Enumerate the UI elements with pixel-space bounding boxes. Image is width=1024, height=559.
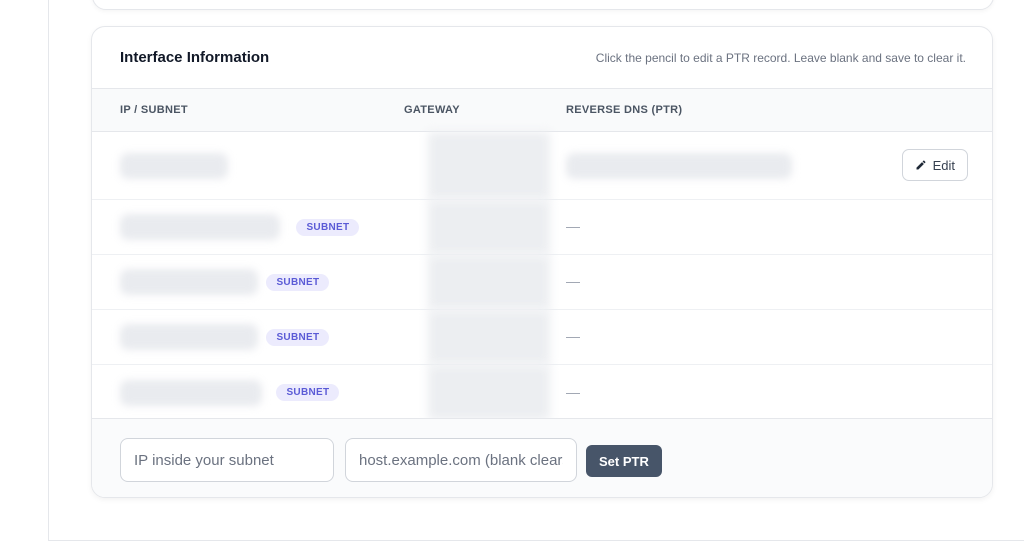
- redacted-gateway: [428, 365, 550, 420]
- redacted-ip: [120, 214, 280, 240]
- ip-cell: [92, 152, 404, 179]
- edit-ptr-button[interactable]: Edit: [901, 149, 968, 181]
- redacted-ip: [120, 379, 262, 406]
- ip-input[interactable]: [120, 438, 334, 482]
- ptr-empty: —: [566, 218, 580, 234]
- ptr-cell: —: [566, 384, 992, 402]
- previous-card: [92, 0, 994, 10]
- redacted-ip: [120, 324, 258, 350]
- table-row: SUBNET —: [92, 200, 992, 255]
- column-header-gateway: GATEWAY: [404, 104, 460, 116]
- page: Interface Information Click the pencil t…: [0, 0, 1024, 559]
- ptr-cell: —: [566, 218, 992, 236]
- ip-cell: SUBNET: [92, 269, 404, 295]
- table-row: SUBNET —: [92, 255, 992, 310]
- ptr-form: Set PTR: [92, 418, 992, 497]
- set-ptr-button[interactable]: Set PTR: [586, 445, 662, 477]
- ptr-empty: —: [566, 328, 580, 344]
- pencil-icon: [916, 160, 926, 170]
- column-header-ip-subnet: IP / SUBNET: [120, 104, 188, 116]
- ip-cell: SUBNET: [92, 214, 404, 240]
- table-header: IP / SUBNET GATEWAY REVERSE DNS (PTR): [92, 89, 992, 132]
- ptr-empty: —: [566, 383, 580, 400]
- redacted-ptr: [566, 152, 792, 179]
- card-hint: Click the pencil to edit a PTR record. L…: [595, 50, 966, 65]
- hostname-input[interactable]: [345, 438, 577, 482]
- table-row: SUBNET —: [92, 365, 992, 420]
- ip-cell: SUBNET: [92, 324, 404, 350]
- card-title: Interface Information: [120, 49, 270, 66]
- ptr-empty: —: [566, 273, 580, 289]
- ip-cell: SUBNET: [92, 379, 404, 406]
- redacted-gateway: [428, 310, 550, 364]
- subnet-badge: SUBNET: [266, 328, 330, 346]
- table-row: SUBNET —: [92, 310, 992, 365]
- ptr-cell: —: [566, 273, 992, 291]
- interface-information-card: Interface Information Click the pencil t…: [91, 26, 993, 498]
- subnet-badge: SUBNET: [266, 273, 330, 291]
- subnet-badge: SUBNET: [296, 218, 360, 236]
- redacted-ip: [120, 152, 228, 179]
- ptr-cell: —: [566, 328, 992, 346]
- redacted-ip: [120, 269, 258, 295]
- redacted-gateway: [428, 132, 550, 199]
- redacted-gateway: [428, 200, 550, 254]
- subnet-badge: SUBNET: [276, 384, 340, 401]
- table-row: Edit: [92, 132, 992, 200]
- edit-label: Edit: [932, 157, 955, 173]
- column-header-reverse-dns: REVERSE DNS (PTR): [566, 104, 683, 116]
- redacted-gateway: [428, 255, 550, 309]
- card-header: Interface Information Click the pencil t…: [92, 27, 992, 89]
